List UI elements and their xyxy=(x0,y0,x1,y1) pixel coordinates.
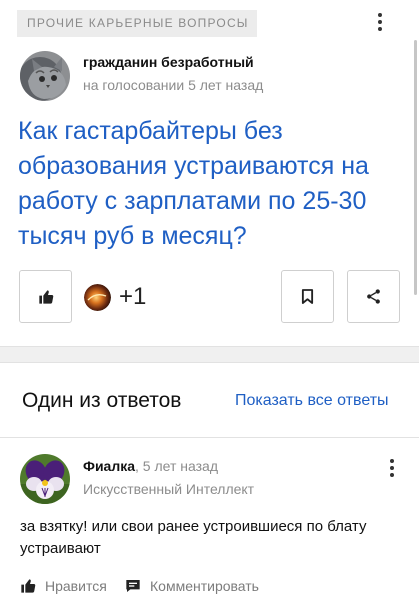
comment-icon xyxy=(126,580,140,592)
answer-comment-button[interactable]: Комментировать xyxy=(125,575,259,597)
answer-author: Фиалка, 5 лет назад xyxy=(83,458,218,474)
answers-section-title: Один из ответов xyxy=(22,389,182,412)
question-card: ПРОЧИЕ КАРЬЕРНЫЕ ВОПРОСЫ гражданин безра… xyxy=(0,0,419,347)
answer-author-rank: Искусственный Интеллект xyxy=(83,481,255,497)
scrollbar[interactable] xyxy=(414,40,417,295)
question-title[interactable]: Как гастарбайтеры без образования устраи… xyxy=(18,114,408,254)
answer-comment-label: Комментировать xyxy=(150,578,259,594)
question-menu-icon[interactable] xyxy=(377,13,383,33)
bookmark-button[interactable] xyxy=(281,270,334,323)
answer-time: , 5 лет назад xyxy=(135,458,219,474)
share-icon xyxy=(367,289,380,304)
author-name[interactable]: гражданин безработный xyxy=(83,54,254,70)
share-button[interactable] xyxy=(347,270,400,323)
answers-card: Один из ответов Показать все ответы Фиал… xyxy=(0,362,419,605)
answer-author-avatar[interactable] xyxy=(20,454,70,504)
thumbs-up-icon xyxy=(21,579,36,593)
show-all-answers-link[interactable]: Показать все ответы xyxy=(235,392,389,410)
author-meta: на голосовании 5 лет назад xyxy=(83,77,264,93)
thumbs-up-icon xyxy=(38,289,53,304)
answer-like-button[interactable]: Нравится xyxy=(20,575,107,597)
answer-like-label: Нравится xyxy=(45,578,107,594)
bookmark-icon xyxy=(301,289,314,304)
category-tag[interactable]: ПРОЧИЕ КАРЬЕРНЫЕ ВОПРОСЫ xyxy=(17,10,257,37)
answer-menu-icon[interactable] xyxy=(389,459,395,479)
answer-author-name[interactable]: Фиалка xyxy=(83,458,135,474)
divider xyxy=(0,437,419,438)
answer-text: за взятку! или свои ранее устроившиеся п… xyxy=(20,518,367,557)
like-button[interactable] xyxy=(19,270,72,323)
voter-count[interactable]: +1 xyxy=(119,283,146,311)
voter-avatar[interactable] xyxy=(84,284,111,311)
author-avatar[interactable] xyxy=(20,51,70,101)
